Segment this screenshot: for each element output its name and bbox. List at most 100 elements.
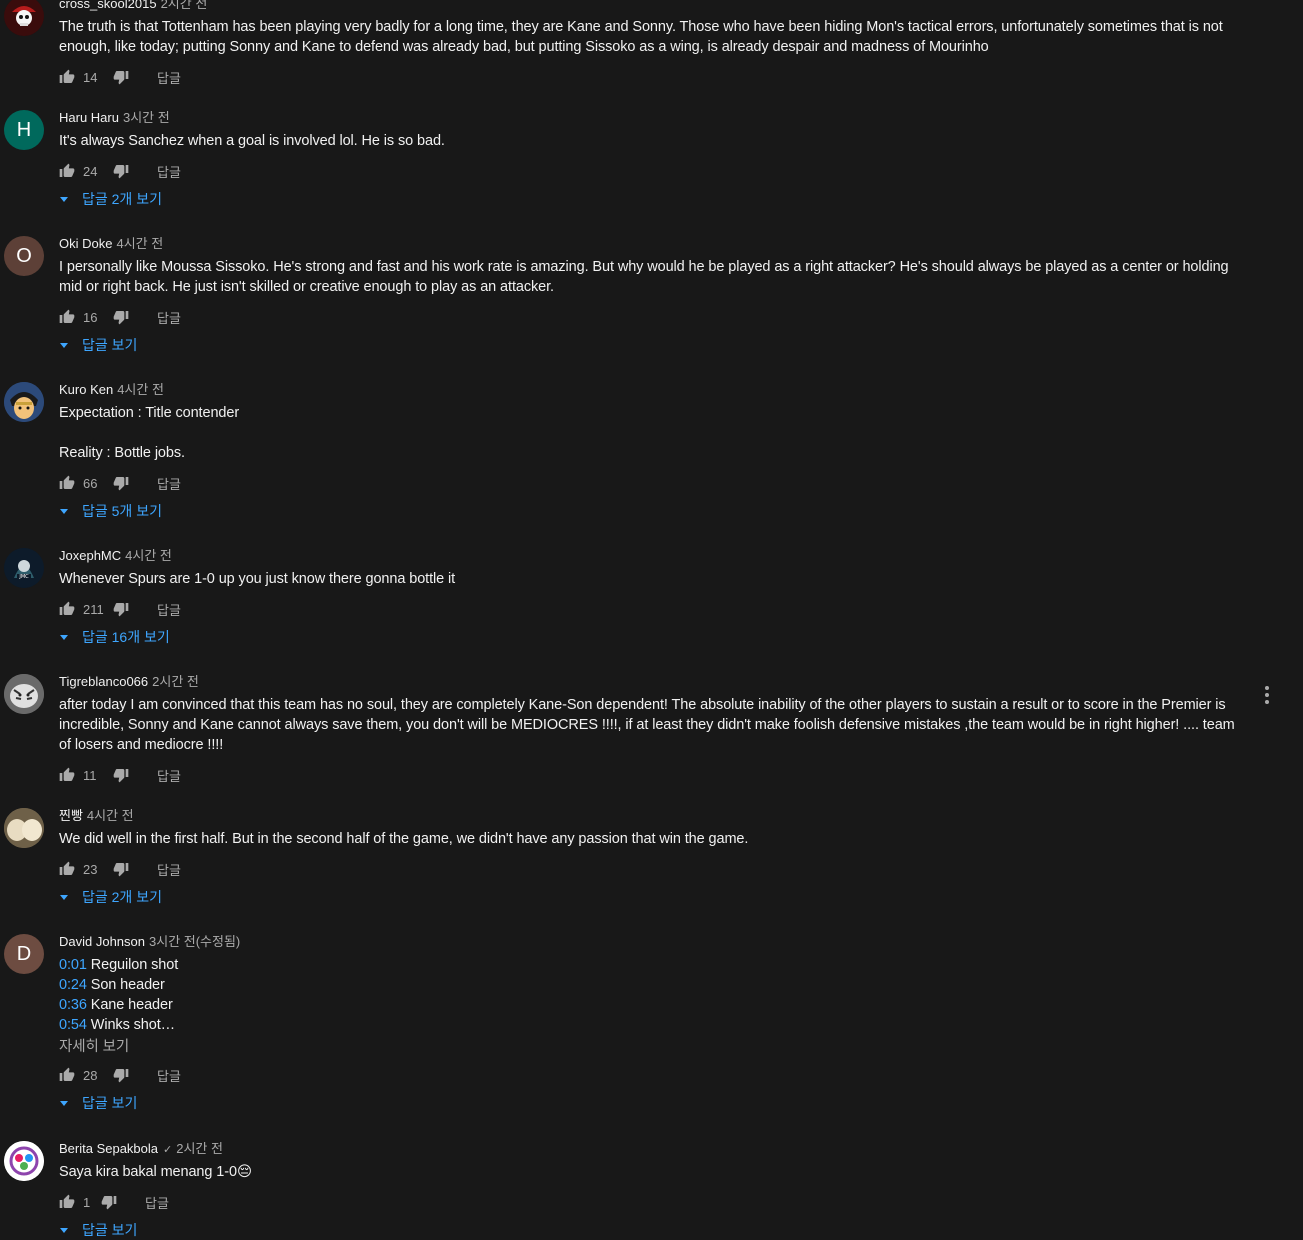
dislike-button[interactable] xyxy=(113,163,129,179)
read-more-button[interactable]: 자세히 보기 xyxy=(59,1037,129,1057)
like-button[interactable] xyxy=(59,309,75,325)
timestamp-text: Son header xyxy=(86,977,165,993)
comment-header: Kuro Ken 4시간 전 xyxy=(59,382,164,398)
avatar[interactable]: JMC xyxy=(4,548,44,588)
avatar[interactable] xyxy=(4,808,44,848)
comment-time[interactable]: 4시간 전 xyxy=(116,236,163,251)
author-name[interactable]: 찐빵 xyxy=(59,808,83,823)
like-button[interactable] xyxy=(59,163,75,179)
comment-text: We did well in the first half. But in th… xyxy=(59,831,749,847)
avatar[interactable] xyxy=(4,0,44,36)
comment-text: I personally like Moussa Sissoko. He's s… xyxy=(59,259,1229,295)
author-name[interactable]: Kuro Ken xyxy=(59,382,113,397)
timestamp-link[interactable]: 0:36 xyxy=(59,997,87,1013)
reply-button[interactable]: 답글 xyxy=(157,162,181,181)
like-count: 66 xyxy=(83,475,98,491)
reply-button[interactable]: 답글 xyxy=(157,308,181,327)
reply-button[interactable]: 답글 xyxy=(145,1193,169,1212)
reply-button[interactable]: 답글 xyxy=(157,860,181,879)
author-name[interactable]: cross_skool2015 xyxy=(59,0,157,11)
reply-button[interactable]: 답글 xyxy=(157,1066,181,1085)
thumbs-up-icon xyxy=(59,163,75,177)
dislike-button[interactable] xyxy=(113,767,129,783)
more-actions-icon[interactable] xyxy=(1265,686,1269,704)
comment-header: Haru Haru 3시간 전 xyxy=(59,110,170,126)
dislike-button[interactable] xyxy=(113,1067,129,1083)
comment-actions: 23 답글 xyxy=(59,859,181,879)
like-button[interactable] xyxy=(59,475,75,491)
timestamp-link[interactable]: 0:24 xyxy=(59,977,87,993)
like-button[interactable] xyxy=(59,1194,75,1210)
comment-header: cross_skool2015 2시간 전 xyxy=(59,0,207,12)
reply-button[interactable]: 답글 xyxy=(157,474,181,493)
avatar[interactable] xyxy=(4,1141,44,1181)
caret-down-icon xyxy=(60,1100,68,1106)
author-name[interactable]: Berita Sepakbola xyxy=(59,1141,158,1156)
timestamp-link[interactable]: 0:01 xyxy=(59,957,87,973)
view-replies-button[interactable]: 답글 2개 보기 xyxy=(59,189,162,209)
author-name[interactable]: Haru Haru xyxy=(59,110,119,125)
comment-header: Tigreblanco066 2시간 전 xyxy=(59,674,199,690)
timestamp-link[interactable]: 0:54 xyxy=(59,1017,87,1033)
reply-button[interactable]: 답글 xyxy=(157,766,181,785)
view-replies-button[interactable]: 답글 16개 보기 xyxy=(59,627,170,647)
skull-pirate-icon xyxy=(4,0,44,36)
avatar[interactable]: D xyxy=(4,934,44,974)
comment-time[interactable]: 2시간 전 xyxy=(176,1141,223,1156)
comment-time[interactable]: 2시간 전 xyxy=(161,0,208,11)
thumbs-down-icon xyxy=(113,603,129,617)
view-replies-label: 답글 5개 보기 xyxy=(82,503,162,519)
comment-actions: 211 답글 xyxy=(59,599,181,619)
author-name[interactable]: Oki Doke xyxy=(59,236,112,251)
timestamp-line: 0:36 Kane header xyxy=(59,995,1249,1015)
avatar[interactable]: H xyxy=(4,110,44,150)
avatar[interactable] xyxy=(4,382,44,422)
like-button[interactable] xyxy=(59,69,75,85)
dislike-button[interactable] xyxy=(113,861,129,877)
thumbs-up-icon xyxy=(59,861,75,875)
comment-text: Saya kira bakal menang 1-0😔 xyxy=(59,1164,252,1180)
like-count: 1 xyxy=(83,1194,91,1210)
comment-time[interactable]: 3시간 전(수정됨) xyxy=(149,934,240,949)
reply-button[interactable]: 답글 xyxy=(157,68,181,87)
comment-time[interactable]: 4시간 전 xyxy=(117,382,164,397)
comment-time[interactable]: 3시간 전 xyxy=(123,110,170,125)
like-button[interactable] xyxy=(59,767,75,783)
like-count: 28 xyxy=(83,1067,98,1083)
avatar[interactable] xyxy=(4,674,44,714)
reply-button[interactable]: 답글 xyxy=(157,600,181,619)
view-replies-label: 답글 보기 xyxy=(82,1095,138,1111)
timestamp-line: 0:01 Reguilon shot xyxy=(59,955,1249,975)
comment-time[interactable]: 2시간 전 xyxy=(152,674,199,689)
like-button[interactable] xyxy=(59,861,75,877)
view-replies-button[interactable]: 답글 2개 보기 xyxy=(59,887,162,907)
dislike-button[interactable] xyxy=(113,475,129,491)
channel-logo-icon xyxy=(4,1141,44,1181)
thumbs-down-icon xyxy=(101,1196,117,1210)
author-name[interactable]: JoxephMC xyxy=(59,548,121,563)
comment-actions: 11 답글 xyxy=(59,765,181,785)
thumbs-up-icon xyxy=(59,309,75,323)
dislike-button[interactable] xyxy=(113,601,129,617)
like-button[interactable] xyxy=(59,601,75,617)
comment-text: The truth is that Tottenham has been pla… xyxy=(59,19,1223,55)
author-name[interactable]: Tigreblanco066 xyxy=(59,674,148,689)
dislike-button[interactable] xyxy=(113,69,129,85)
like-count: 211 xyxy=(83,601,104,617)
dislike-button[interactable] xyxy=(113,309,129,325)
like-button[interactable] xyxy=(59,1067,75,1083)
view-replies-button[interactable]: 답글 5개 보기 xyxy=(59,501,162,521)
avatar[interactable]: O xyxy=(4,236,44,276)
white-tiger-icon xyxy=(4,674,44,714)
caret-down-icon xyxy=(60,894,68,900)
dislike-button[interactable] xyxy=(101,1194,117,1210)
author-name[interactable]: David Johnson xyxy=(59,934,145,949)
view-replies-button[interactable]: 답글 보기 xyxy=(59,335,137,355)
avatar-letter: H xyxy=(16,118,32,141)
comment-time[interactable]: 4시간 전 xyxy=(125,548,172,563)
timestamp-line: 0:24 Son header xyxy=(59,975,1249,995)
comment-time[interactable]: 4시간 전 xyxy=(87,808,134,823)
view-replies-button[interactable]: 답글 보기 xyxy=(59,1093,137,1113)
view-replies-button[interactable]: 답글 보기 xyxy=(59,1220,137,1240)
thumbs-down-icon xyxy=(113,71,129,85)
